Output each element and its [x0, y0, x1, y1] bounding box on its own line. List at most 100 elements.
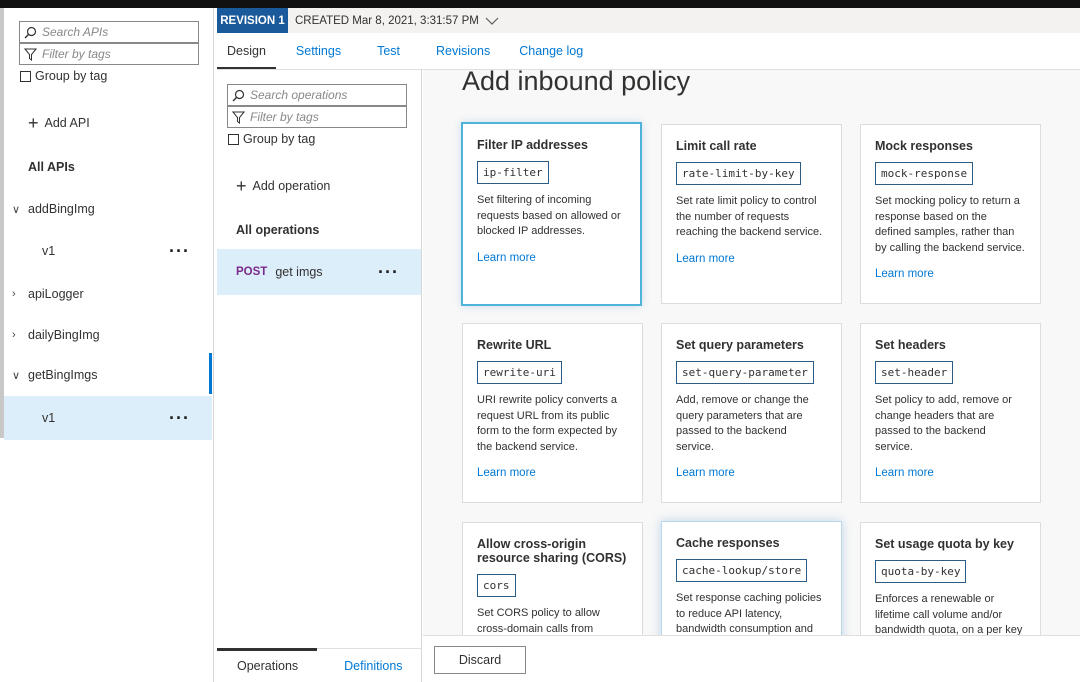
more-options-icon[interactable]: ···	[169, 242, 190, 260]
card-title: Limit call rate	[676, 139, 757, 153]
card-title: Filter IP addresses	[477, 138, 588, 152]
policy-code: cors	[477, 574, 516, 597]
learn-more-link[interactable]: Learn more	[477, 252, 626, 264]
card-title: Rewrite URL	[477, 338, 552, 352]
revision-created-text: CREATED Mar 8, 2021, 3:31:57 PM	[295, 14, 479, 27]
chevron-right-icon[interactable]: ›	[4, 329, 20, 341]
tab-settings[interactable]: Settings	[276, 33, 355, 69]
api-item-label: getBingImgs	[28, 368, 98, 382]
learn-more-link[interactable]: Learn more	[477, 467, 628, 479]
card-title: Cache responses	[676, 536, 780, 550]
api-item-getbingimgs[interactable]: ∨ getBingImgs	[4, 355, 212, 395]
learn-more-link[interactable]: Learn more	[676, 253, 827, 265]
api-item-label: addBingImg	[28, 202, 95, 216]
group-by-tag-apis[interactable]: Group by tag	[20, 69, 107, 83]
group-by-tag-label: Group by tag	[35, 69, 108, 83]
card-description: Set rate limit policy to control the num…	[676, 195, 823, 238]
card-description: Set policy to add, remove or change head…	[875, 394, 1012, 453]
card-description: Set filtering of incoming requests based…	[477, 194, 621, 237]
add-operation-label: Add operation	[252, 179, 331, 193]
operations-pane	[217, 70, 422, 682]
all-operations-heading[interactable]: All operations	[236, 223, 319, 237]
learn-more-link[interactable]: Learn more	[875, 268, 1026, 280]
filter-operations-placeholder: Filter by tags	[250, 110, 319, 124]
card-description: URI rewrite policy converts a request UR…	[477, 394, 618, 453]
chevron-down-icon[interactable]	[485, 17, 499, 25]
learn-more-link[interactable]: Learn more	[875, 467, 1026, 479]
footer-tab-underline	[217, 648, 317, 651]
policy-code: ip-filter	[477, 161, 549, 184]
chevron-right-icon[interactable]: ›	[4, 288, 20, 300]
plus-icon: +	[236, 176, 247, 196]
group-by-tag-checkbox[interactable]	[228, 133, 239, 145]
card-title: Set headers	[875, 338, 946, 352]
policy-card-set-header[interactable]: Set headers set-header Set policy to add…	[860, 323, 1041, 503]
policy-code: set-header	[875, 361, 954, 384]
api-item-label: dailyBingImg	[28, 328, 100, 342]
card-description: Add, remove or change the query paramete…	[676, 394, 809, 453]
tab-operations[interactable]: Operations	[237, 649, 298, 682]
revision-created[interactable]: CREATED Mar 8, 2021, 3:31:57 PM	[295, 8, 499, 33]
filter-apis-placeholder: Filter by tags	[42, 47, 111, 61]
policy-code: cache-lookup/store	[676, 559, 808, 582]
tab-change-log[interactable]: Change log	[504, 33, 597, 69]
tab-revisions[interactable]: Revisions	[414, 33, 504, 69]
version-label: v1	[42, 244, 56, 258]
policy-code: mock-response	[875, 162, 974, 185]
group-by-tag-operations[interactable]: Group by tag	[228, 132, 315, 146]
api-version-v1-selected[interactable]: v1 ···	[4, 396, 212, 440]
card-title: Set usage quota by key	[875, 537, 1014, 551]
version-label: v1	[42, 411, 56, 425]
add-api-label: Add API	[44, 116, 90, 130]
policy-code: rewrite-uri	[477, 361, 562, 384]
policy-code: rate-limit-by-key	[676, 162, 801, 185]
add-operation-button[interactable]: + Add operation	[236, 177, 330, 195]
add-api-button[interactable]: + Add API	[28, 114, 90, 132]
chevron-down-icon[interactable]: ∨	[4, 369, 20, 382]
operation-name: get imgs	[275, 265, 323, 279]
card-title: Allow cross-origin resource sharing (COR…	[477, 537, 627, 565]
group-by-tag-checkbox[interactable]	[20, 70, 31, 82]
policy-card-mock-response[interactable]: Mock responses mock-response Set mocking…	[860, 124, 1041, 304]
window-top-strip	[0, 0, 1080, 8]
card-title: Mock responses	[875, 139, 973, 153]
card-title: Set query parameters	[676, 338, 804, 352]
design-tabs: Design Settings Test Revisions Change lo…	[217, 33, 1080, 69]
learn-more-link[interactable]: Learn more	[676, 467, 827, 479]
policy-card-set-query-parameter[interactable]: Set query parameters set-query-parameter…	[661, 323, 842, 503]
policy-card-rate-limit[interactable]: Limit call rate rate-limit-by-key Set ra…	[661, 124, 842, 304]
discard-button[interactable]: Discard	[434, 646, 526, 674]
api-item-label: apiLogger	[28, 287, 84, 301]
card-description: Enforces a renewable or lifetime call vo…	[875, 593, 1023, 636]
card-description: Set response caching policies to reduce …	[676, 592, 822, 635]
tab-definitions[interactable]: Definitions	[344, 649, 402, 682]
api-item-apilogger[interactable]: › apiLogger	[4, 274, 212, 314]
search-icon	[24, 26, 37, 38]
policy-code: quota-by-key	[875, 560, 967, 583]
search-operations-input[interactable]: Search operations	[227, 84, 407, 106]
api-item-addbingimg[interactable]: ∨ addBingImg	[4, 189, 212, 229]
api-item-dailybingimg[interactable]: › dailyBingImg	[4, 315, 212, 355]
api-version-v1[interactable]: v1 ···	[4, 229, 212, 273]
policy-card-rewrite-uri[interactable]: Rewrite URL rewrite-uri URI rewrite poli…	[462, 323, 643, 503]
tab-test[interactable]: Test	[355, 33, 414, 69]
selection-indicator	[209, 353, 212, 394]
page-title: Add inbound policy	[462, 66, 691, 96]
chevron-down-icon[interactable]: ∨	[4, 203, 20, 216]
filter-apis-input[interactable]: Filter by tags	[19, 43, 199, 65]
more-options-icon[interactable]: ···	[378, 263, 399, 281]
filter-icon	[232, 111, 245, 124]
operation-row[interactable]: POST get imgs ···	[217, 249, 421, 295]
tab-design[interactable]: Design	[217, 33, 276, 69]
filter-operations-input[interactable]: Filter by tags	[227, 106, 407, 128]
policy-code: set-query-parameter	[676, 361, 814, 384]
revision-badge: REVISION 1	[217, 8, 288, 33]
more-options-icon[interactable]: ···	[169, 409, 190, 427]
search-apis-input[interactable]: Search APIs	[19, 21, 199, 43]
search-apis-placeholder: Search APIs	[42, 25, 109, 39]
search-operations-placeholder: Search operations	[250, 88, 348, 102]
all-apis-heading[interactable]: All APIs	[28, 160, 75, 174]
policy-card-ip-filter[interactable]: Filter IP addresses ip-filter Set filter…	[461, 122, 642, 306]
operations-footer: Operations Definitions	[217, 648, 422, 682]
card-description: Set mocking policy to return a response …	[875, 195, 1025, 254]
